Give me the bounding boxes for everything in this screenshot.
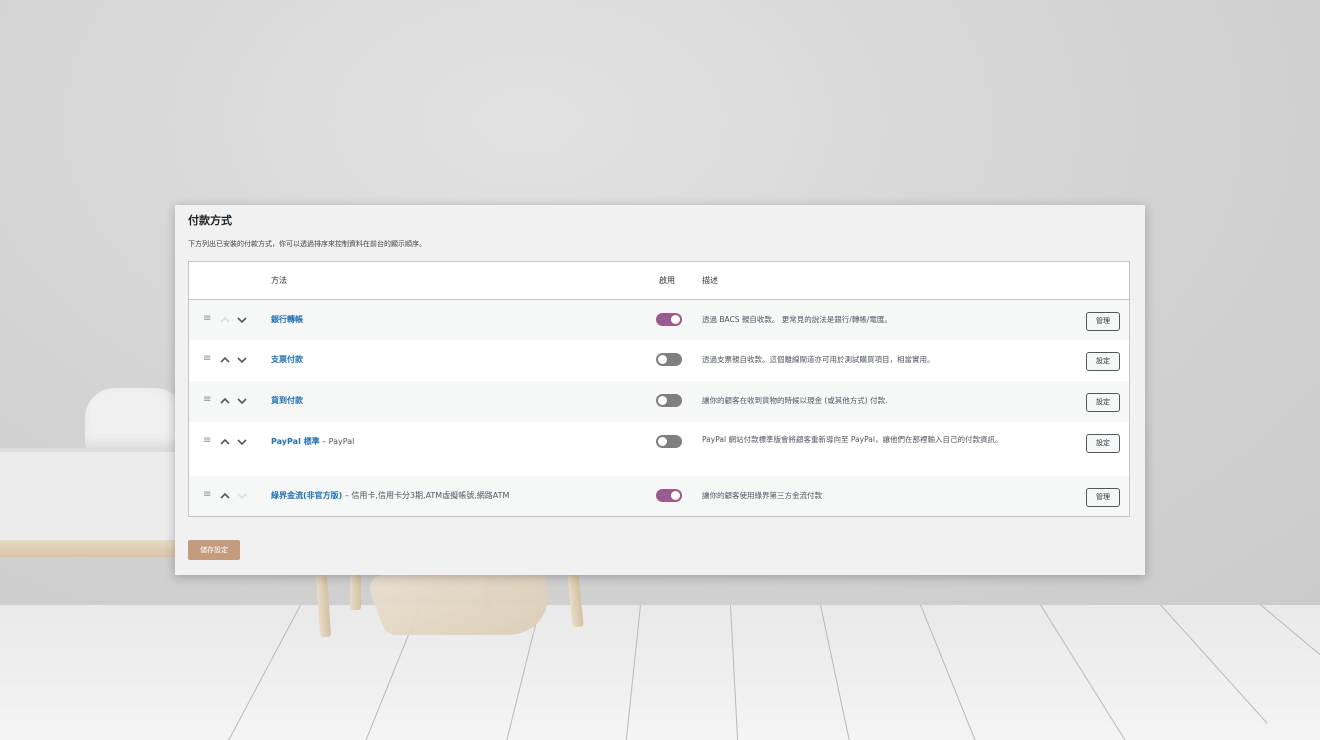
payment-method-description: 讓你的顧客使用綠界第三方金流付款 (702, 491, 822, 500)
payment-method-link[interactable]: 綠界金流(非官方版) – 信用卡,信用卡分3期,ATM虛擬帳號,網路ATM (271, 490, 509, 501)
save-settings-button[interactable]: 儲存設定 (188, 540, 240, 560)
enable-toggle[interactable] (656, 435, 682, 448)
payment-method-link[interactable]: PayPal 標準 – PayPal (271, 436, 354, 447)
sofa-base (0, 452, 185, 542)
table-row: ≡ 貨到付款 讓你的顧客在收到貨物的時候以現金 (或其他方式) 付款. 設定 (189, 381, 1129, 422)
page-title: 付款方式 (188, 214, 232, 227)
payment-methods-panel: 付款方式 下方列出已安裝的付款方式，你可以透過排序來控制資料在前台的顯示順序。 … (175, 205, 1145, 575)
drag-handle-icon[interactable]: ≡ (203, 313, 211, 324)
chevron-down-icon[interactable] (236, 314, 248, 326)
setup-button[interactable]: 設定 (1086, 352, 1120, 371)
drag-handle-icon[interactable]: ≡ (203, 353, 211, 364)
payment-method-link[interactable]: 支票付款 (271, 354, 303, 365)
chevron-up-icon[interactable] (219, 314, 231, 326)
table-row: ≡ 綠界金流(非官方版) – 信用卡,信用卡分3期,ATM虛擬帳號,網路ATM … (189, 476, 1129, 516)
payment-methods-table: 方法 啟用 描述 ≡ 銀行轉帳 透過 BACS 親自收款。 更常見的說法是銀行/… (188, 261, 1130, 517)
setup-button[interactable]: 設定 (1086, 393, 1120, 412)
drag-handle-icon[interactable]: ≡ (203, 489, 211, 500)
chevron-up-icon[interactable] (219, 395, 231, 407)
table-header: 方法 啟用 描述 (189, 262, 1129, 300)
drag-handle-icon[interactable]: ≡ (203, 394, 211, 405)
enable-toggle[interactable] (656, 489, 682, 502)
table-row: ≡ 銀行轉帳 透過 BACS 親自收款。 更常見的說法是銀行/轉帳/電匯。 管理 (189, 300, 1129, 340)
table-row: ≡ 支票付款 透過支票親自收款。這個離線閘道亦可用於測試購買項目，相當實用。 設… (189, 340, 1129, 381)
chevron-up-icon[interactable] (219, 490, 231, 502)
payment-method-description: PayPal 網站付款標準版會將顧客重新導向至 PayPal，讓他們在那裡輸入自… (702, 435, 1003, 444)
header-method: 方法 (271, 276, 287, 285)
header-enabled: 啟用 (659, 276, 675, 285)
sofa-pillow (85, 388, 185, 450)
payment-method-description: 讓你的顧客在收到貨物的時候以現金 (或其他方式) 付款. (702, 396, 888, 405)
chevron-down-icon[interactable] (236, 395, 248, 407)
chevron-up-icon[interactable] (219, 436, 231, 448)
payment-method-description: 透過支票親自收款。這個離線閘道亦可用於測試購買項目，相當實用。 (702, 355, 935, 364)
header-description: 描述 (702, 276, 718, 285)
chevron-down-icon[interactable] (236, 436, 248, 448)
payment-method-description: 透過 BACS 親自收款。 更常見的說法是銀行/轉帳/電匯。 (702, 315, 892, 324)
chevron-down-icon[interactable] (236, 490, 248, 502)
manage-button[interactable]: 管理 (1086, 312, 1120, 331)
sofa-frame (0, 540, 185, 557)
setup-button[interactable]: 設定 (1086, 434, 1120, 453)
enable-toggle[interactable] (656, 394, 682, 407)
table-leg (350, 575, 361, 610)
table-row: ≡ PayPal 標準 – PayPal PayPal 網站付款標準版會將顧客重… (189, 422, 1129, 476)
payment-method-link[interactable]: 貨到付款 (271, 395, 303, 406)
enable-toggle[interactable] (656, 313, 682, 326)
manage-button[interactable]: 管理 (1086, 488, 1120, 507)
drag-handle-icon[interactable]: ≡ (203, 435, 211, 446)
chevron-up-icon[interactable] (219, 354, 231, 366)
page-description: 下方列出已安裝的付款方式，你可以透過排序來控制資料在前台的顯示順序。 (188, 240, 426, 248)
payment-method-link[interactable]: 銀行轉帳 (271, 314, 303, 325)
background-floor (0, 605, 1320, 740)
enable-toggle[interactable] (656, 353, 682, 366)
chevron-down-icon[interactable] (236, 354, 248, 366)
